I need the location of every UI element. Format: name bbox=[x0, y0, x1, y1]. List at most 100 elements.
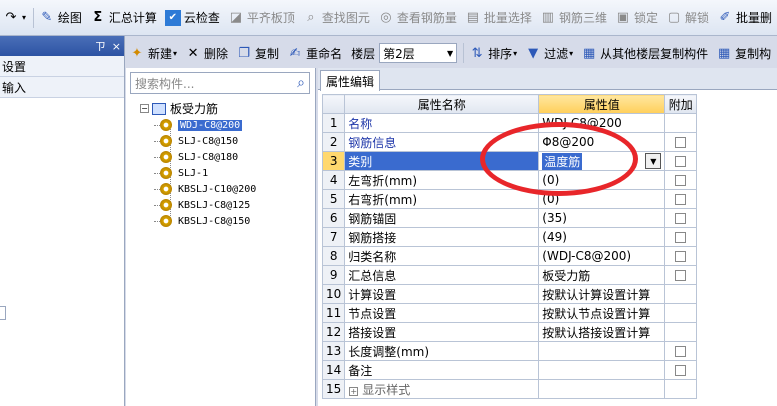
batch-select-button[interactable]: ▤ 批量选择 bbox=[462, 6, 537, 30]
floor-select[interactable]: 第2层 ▼ bbox=[379, 43, 458, 63]
left-panel-item-label: 设置 bbox=[2, 59, 27, 74]
delete-button[interactable]: ✕ 删除 bbox=[182, 41, 233, 65]
property-row[interactable]: 6 钢筋锚固 (35) bbox=[321, 208, 698, 228]
property-row[interactable]: 2 钢筋信息 Φ8@200 bbox=[321, 132, 698, 152]
sort-button[interactable]: ⇅ 排序 ▾ bbox=[466, 41, 522, 65]
copy-to-button[interactable]: ▦ 复制构 bbox=[713, 41, 776, 65]
grid-header-value[interactable]: 属性值 bbox=[538, 94, 666, 114]
chevron-down-icon[interactable]: ▼ bbox=[645, 153, 662, 169]
tree-node[interactable]: KBSLJ-C10@200 bbox=[140, 181, 256, 197]
toolbar-separator bbox=[463, 43, 465, 63]
grid-header-extra[interactable]: 附加 bbox=[664, 94, 698, 114]
property-value[interactable]: (35) bbox=[538, 208, 666, 228]
batch-delete-label: 批量删 bbox=[735, 11, 772, 25]
search-icon[interactable]: ⌕ bbox=[297, 75, 305, 91]
tree-node[interactable]: WDJ-C8@200 bbox=[140, 117, 256, 133]
tab-property-edit[interactable]: 属性编辑 bbox=[320, 70, 381, 91]
batch-delete-button[interactable]: ✐ 批量删 bbox=[714, 6, 777, 30]
tree-node[interactable]: KBSLJ-C8@125 bbox=[140, 197, 256, 213]
property-row[interactable]: 9 汇总信息 板受力筋 bbox=[321, 265, 698, 285]
view-rebar-button[interactable]: ◎ 查看钢筋量 bbox=[375, 6, 462, 30]
draw-button[interactable]: ✎ 绘图 bbox=[36, 6, 87, 30]
property-row[interactable]: 11 节点设置 按默认节点设置计算 bbox=[321, 303, 698, 323]
copy-button[interactable]: ❐ 复制 bbox=[233, 41, 284, 65]
component-toolbar: ✦ 新建 ▾ ✕ 删除 ❐ 复制 ✍ 重命名 楼层 第2层 ▼ ⇅ 排序 ▾ ▼ 过滤 ▾ ▦ 从其他… bbox=[126, 39, 777, 67]
grid-header-name[interactable]: 属性名称 bbox=[344, 94, 540, 114]
property-row[interactable]: 15 + 显示样式 bbox=[321, 379, 698, 399]
property-name: 名称 bbox=[344, 113, 540, 133]
filter-button[interactable]: ▼ 过滤 ▾ bbox=[522, 41, 578, 65]
unlock-button[interactable]: ▢ 解锁 bbox=[663, 6, 714, 30]
extra-checkbox[interactable] bbox=[675, 193, 687, 205]
property-row[interactable]: 12 搭接设置 按默认搭接设置计算 bbox=[321, 322, 698, 342]
category-select-value: 温度筋 bbox=[542, 152, 583, 170]
tree-node[interactable]: SLJ-1 bbox=[140, 165, 256, 181]
property-value[interactable]: 按默认节点设置计算 bbox=[538, 303, 666, 323]
expand-icon[interactable]: + bbox=[349, 386, 359, 396]
property-name: 左弯折(mm) bbox=[344, 170, 540, 190]
collapse-icon[interactable]: − bbox=[140, 104, 149, 113]
property-row[interactable]: 3 类别 温度筋 ▼ bbox=[321, 151, 698, 171]
tree-node[interactable]: SLJ-C8@150 bbox=[140, 133, 256, 149]
extra-checkbox[interactable] bbox=[675, 174, 687, 186]
left-panel-item-input[interactable]: 输入 bbox=[0, 77, 124, 98]
filter-label: 过滤 bbox=[544, 46, 569, 61]
property-row[interactable]: 4 左弯折(mm) (0) bbox=[321, 170, 698, 190]
tree-node[interactable]: SLJ-C8@180 bbox=[140, 149, 256, 165]
lock-button[interactable]: ▣ 锁定 bbox=[612, 6, 663, 30]
property-value[interactable] bbox=[538, 379, 666, 399]
property-value[interactable]: 温度筋 ▼ bbox=[538, 151, 666, 171]
cloud-check-button[interactable]: ✔ 云检查 bbox=[162, 6, 225, 30]
property-value[interactable]: (49) bbox=[538, 227, 666, 247]
extra-checkbox[interactable] bbox=[675, 136, 687, 148]
tree-node-label: SLJ-C8@150 bbox=[178, 135, 239, 147]
filter-icon: ▼ bbox=[528, 45, 539, 61]
property-name: 汇总信息 bbox=[344, 265, 540, 285]
extra-checkbox[interactable] bbox=[675, 212, 687, 224]
property-row[interactable]: 13 长度调整(mm) bbox=[321, 341, 698, 361]
collapse-handle[interactable] bbox=[0, 306, 6, 320]
property-value[interactable]: 按默认搭接设置计算 bbox=[538, 322, 666, 342]
property-row[interactable]: 10 计算设置 按默认计算设置计算 bbox=[321, 284, 698, 304]
property-value[interactable]: (WDJ-C8@200) bbox=[538, 246, 666, 266]
category-select[interactable]: 温度筋 ▼ bbox=[542, 152, 662, 170]
tree-root-node[interactable]: − 板受力筋 bbox=[140, 100, 256, 117]
property-row[interactable]: 14 备注 bbox=[321, 360, 698, 380]
rename-button[interactable]: ✍ 重命名 bbox=[284, 41, 347, 65]
extra-cell bbox=[664, 341, 698, 361]
align-top-button[interactable]: ◪ 平齐板顶 bbox=[225, 6, 300, 30]
extra-cell bbox=[664, 132, 698, 152]
extra-checkbox[interactable] bbox=[675, 269, 687, 281]
property-value[interactable]: WDJ-C8@200 bbox=[538, 113, 666, 133]
property-row[interactable]: 5 右弯折(mm) (0) bbox=[321, 189, 698, 209]
property-row[interactable]: 7 钢筋搭接 (49) bbox=[321, 227, 698, 247]
property-value[interactable]: 板受力筋 bbox=[538, 265, 666, 285]
property-name: 钢筋信息 bbox=[344, 132, 540, 152]
extra-checkbox[interactable] bbox=[675, 155, 687, 167]
extra-checkbox[interactable] bbox=[675, 345, 687, 357]
summary-calc-button[interactable]: Σ 汇总计算 bbox=[87, 6, 162, 30]
pin-icon[interactable]: ㄗ bbox=[95, 38, 106, 54]
undo-dropdown[interactable]: ↷ ▾ bbox=[0, 6, 31, 30]
property-value[interactable] bbox=[538, 360, 666, 380]
property-value[interactable]: Φ8@200 bbox=[538, 132, 666, 152]
search-input[interactable]: 搜索构件... ⌕ bbox=[130, 72, 310, 94]
extra-checkbox[interactable] bbox=[675, 231, 687, 243]
property-name: 节点设置 bbox=[344, 303, 540, 323]
close-icon[interactable]: × bbox=[112, 40, 121, 53]
property-value[interactable] bbox=[538, 341, 666, 361]
find-element-button[interactable]: ⌕ 查找图元 bbox=[300, 6, 375, 30]
new-button[interactable]: ✦ 新建 ▾ bbox=[126, 41, 182, 65]
property-row[interactable]: 1 名称 WDJ-C8@200 bbox=[321, 113, 698, 133]
copy-from-floor-button[interactable]: ▦ 从其他楼层复制构件 bbox=[578, 41, 713, 65]
extra-checkbox[interactable] bbox=[675, 364, 687, 376]
rebar-3d-button[interactable]: ▥ 钢筋三维 bbox=[537, 6, 612, 30]
property-row[interactable]: 8 归类名称 (WDJ-C8@200) bbox=[321, 246, 698, 266]
property-value[interactable]: (0) bbox=[538, 189, 666, 209]
tree-node[interactable]: KBSLJ-C8@150 bbox=[140, 213, 256, 229]
left-panel-item-settings[interactable]: 设置 bbox=[0, 56, 124, 77]
property-value[interactable]: 按默认计算设置计算 bbox=[538, 284, 666, 304]
property-grid: 属性名称 属性值 附加 1 名称 WDJ-C8@200 2 钢筋信息 Φ8@200 3 类别温… bbox=[321, 94, 698, 399]
extra-checkbox[interactable] bbox=[675, 250, 687, 262]
property-value[interactable]: (0) bbox=[538, 170, 666, 190]
